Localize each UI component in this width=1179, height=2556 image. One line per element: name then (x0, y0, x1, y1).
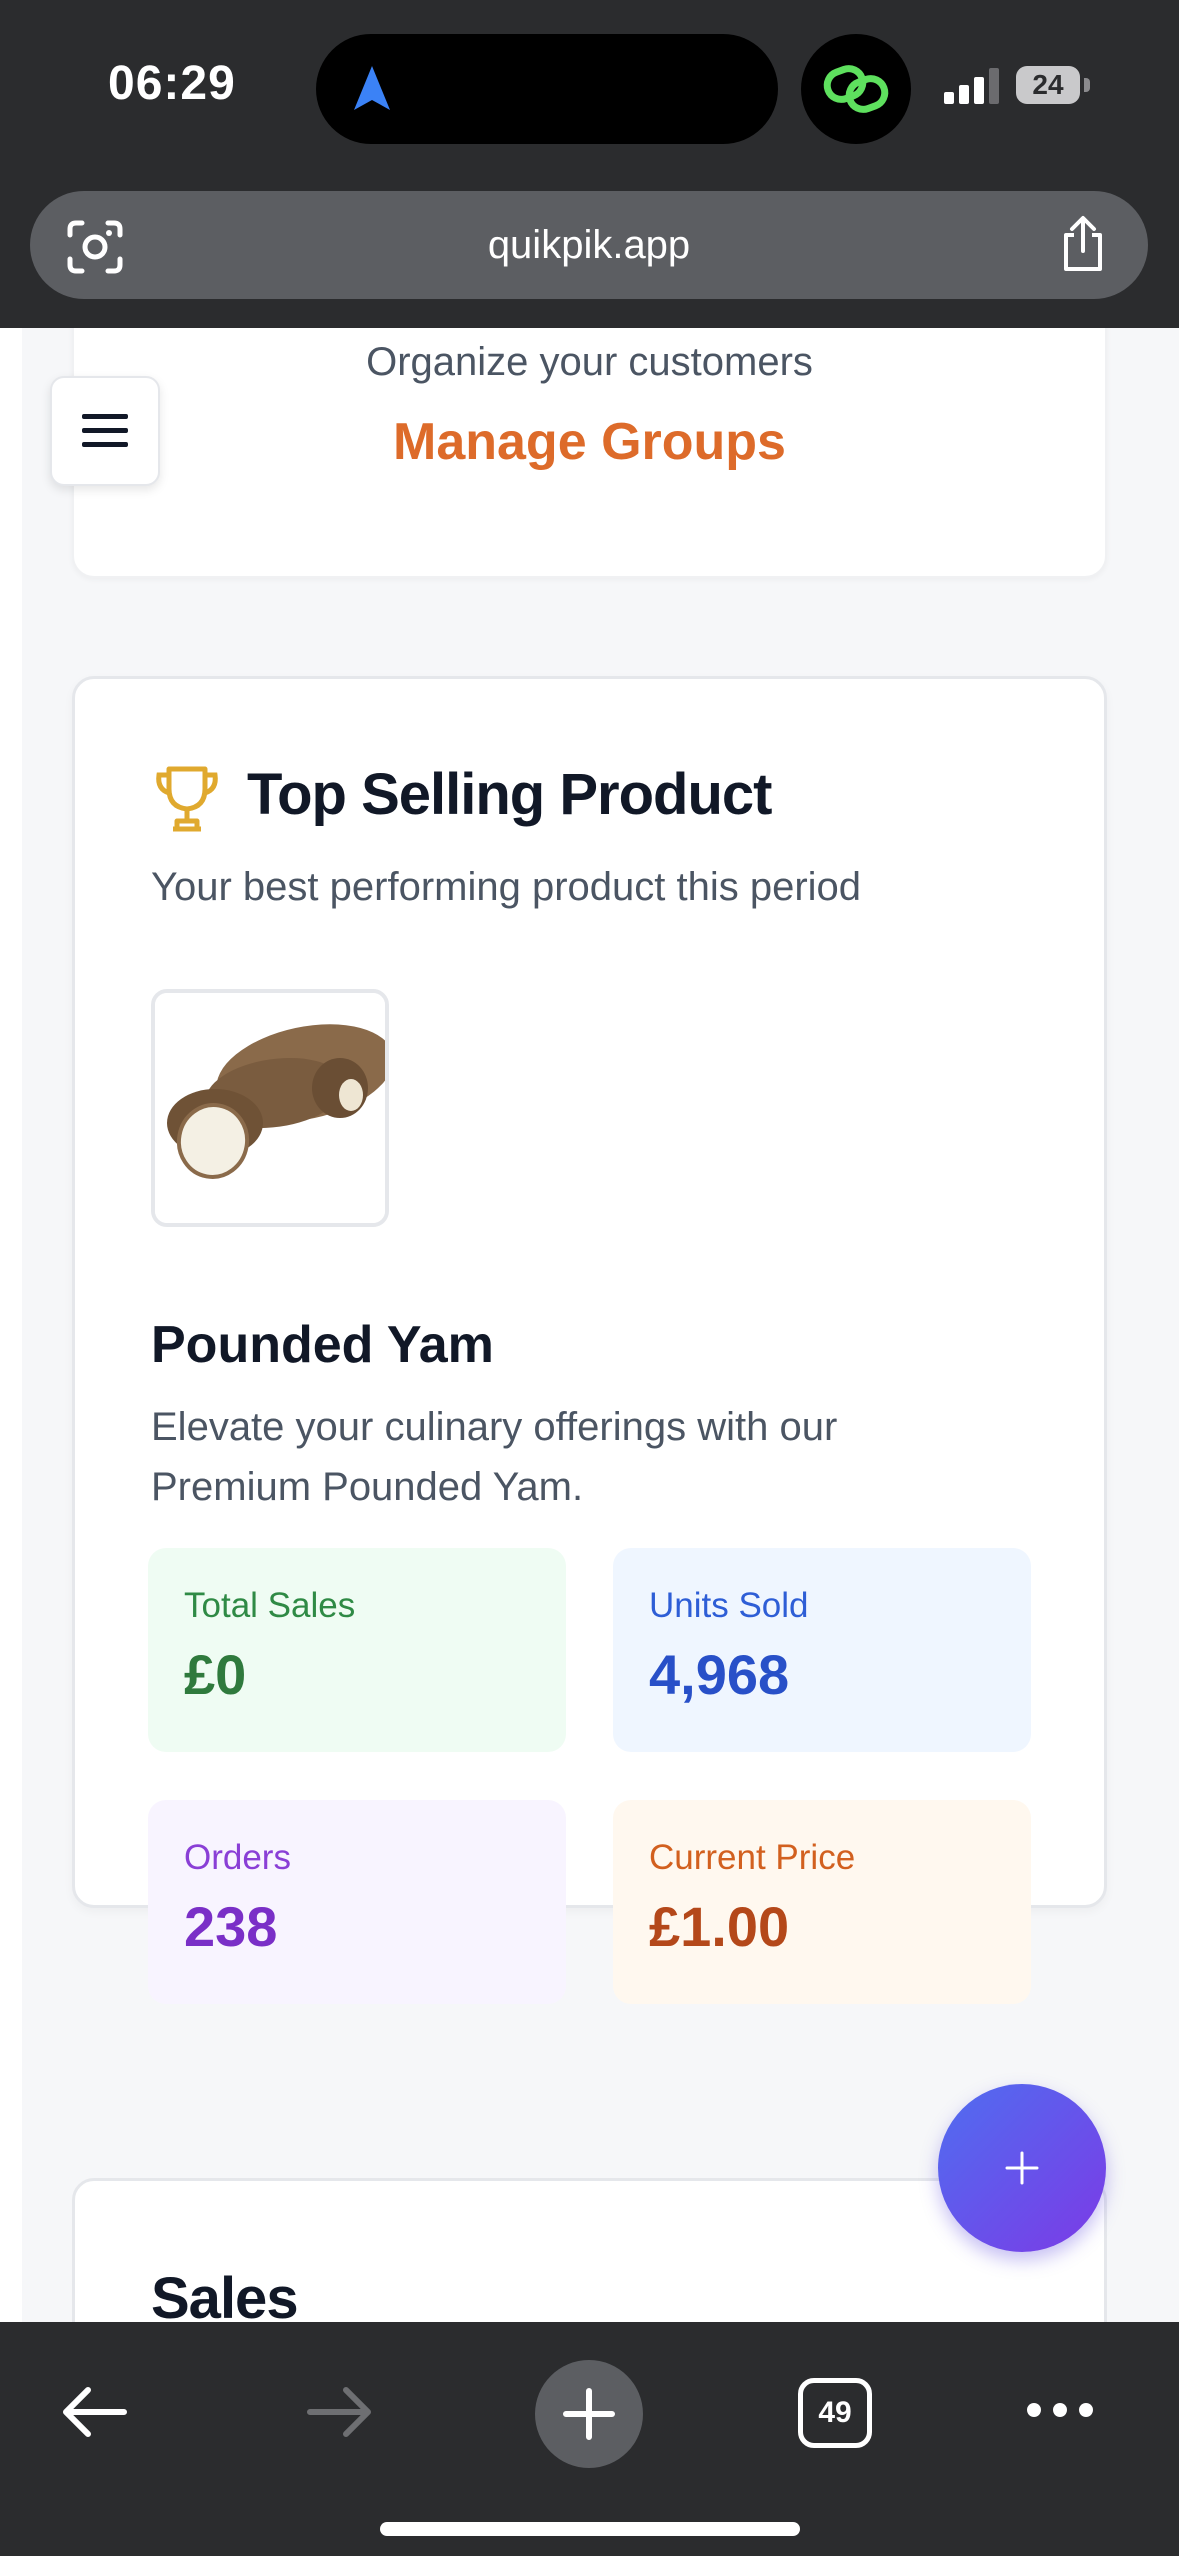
battery-tip (1084, 78, 1090, 92)
signal-icon (944, 68, 999, 104)
units-sold-value: 4,968 (649, 1643, 790, 1706)
total-sales-value: £0 (184, 1643, 247, 1706)
sales-title: Sales (151, 2266, 299, 2322)
current-price-value: £1.00 (649, 1895, 790, 1958)
card-subtitle: Your best performing product this period (151, 865, 862, 909)
plus-icon (1005, 2151, 1039, 2185)
dynamic-island (316, 34, 778, 144)
total-sales-stat: Total Sales £0 (148, 1548, 566, 1752)
menu-button[interactable] (50, 376, 160, 486)
groups-subtitle: Organize your customers (366, 340, 813, 384)
live-activity (801, 34, 911, 144)
url-text: quikpik.app (487, 223, 691, 267)
trophy-icon (156, 766, 218, 832)
hamburger-menu-icon (82, 414, 128, 447)
back-icon[interactable] (58, 2382, 130, 2442)
orders-stat: Orders 238 (148, 1800, 566, 2004)
units-sold-stat: Units Sold 4,968 (613, 1548, 1031, 1752)
navigation-arrow-icon (354, 66, 390, 110)
page-content: Organize your customers Manage Groups To… (0, 328, 1179, 2322)
share-icon[interactable] (1058, 215, 1108, 273)
orders-label: Orders (184, 1838, 291, 1877)
battery-icon: 24 (1016, 66, 1080, 104)
yam-image (155, 993, 385, 1223)
browser-toolbar: 49 (0, 2322, 1179, 2556)
more-icon[interactable] (1024, 2398, 1096, 2422)
current-price-stat: Current Price £1.00 (613, 1800, 1031, 2004)
product-image (151, 989, 389, 1227)
groups-card: Organize your customers Manage Groups (72, 328, 1107, 578)
link-icon (823, 65, 889, 113)
manage-groups-link[interactable]: Manage Groups (74, 412, 1105, 472)
units-sold-label: Units Sold (649, 1586, 809, 1625)
new-tab-icon (563, 2388, 615, 2440)
new-tab-button[interactable] (535, 2360, 643, 2468)
address-bar[interactable]: quikpik.app (30, 191, 1148, 299)
left-edge (0, 328, 22, 2322)
add-fab-button[interactable] (938, 2084, 1106, 2252)
orders-value: 238 (184, 1895, 278, 1958)
status-time: 06:29 (108, 57, 236, 110)
tabs-icon[interactable]: 49 (798, 2378, 872, 2448)
forward-icon[interactable] (304, 2382, 376, 2442)
home-indicator (380, 2522, 800, 2536)
product-description: Elevate your culinary offerings with our… (151, 1405, 838, 1509)
product-name: Pounded Yam (151, 1316, 494, 1374)
browser-address-area: quikpik.app (0, 175, 1179, 328)
current-price-label: Current Price (649, 1838, 856, 1877)
total-sales-label: Total Sales (184, 1586, 356, 1625)
card-title: Top Selling Product (247, 762, 772, 827)
status-bar: 06:29 24 (0, 0, 1179, 175)
